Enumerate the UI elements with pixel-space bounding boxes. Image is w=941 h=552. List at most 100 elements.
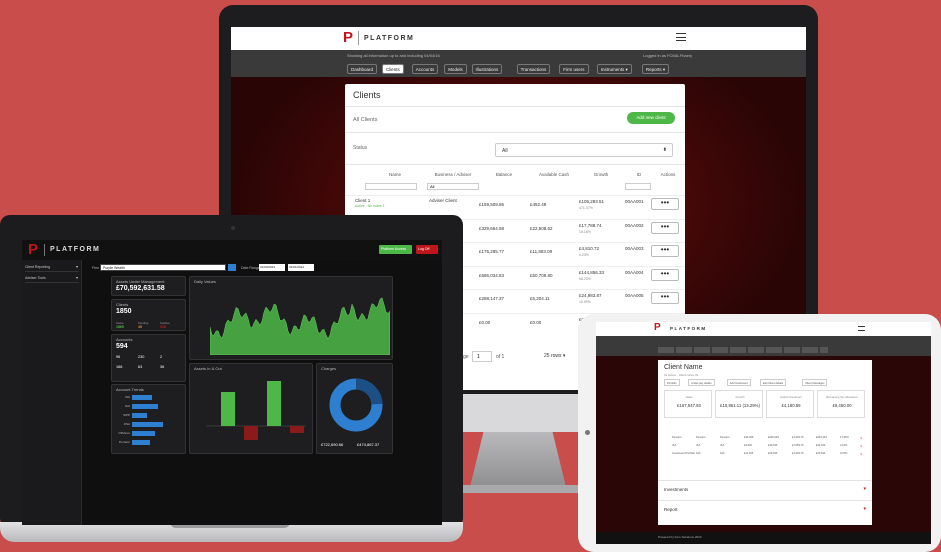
nav-illustrations[interactable]: Illustrations bbox=[471, 64, 503, 74]
table-cell: Pension bbox=[672, 436, 682, 439]
clients-card: Clients 1850 Active 1865 Pending 49 Inactive… bbox=[111, 299, 186, 331]
stat-card: Growth £10,861.11 (13.29%) bbox=[715, 390, 763, 418]
actions-button[interactable]: ••• bbox=[651, 221, 679, 234]
add-client-button[interactable]: Add new client bbox=[627, 112, 675, 124]
table-cell: Pension bbox=[720, 436, 730, 439]
logoff-button[interactable]: Log Off bbox=[416, 245, 438, 254]
table-cell: £200,033 bbox=[768, 436, 779, 439]
trend-label: Offshore bbox=[118, 431, 130, 435]
actions-button[interactable]: ••• bbox=[651, 198, 679, 210]
date-to-input[interactable]: 01/01/2024 bbox=[288, 264, 314, 271]
trend-bar bbox=[132, 440, 150, 445]
table-cell: Investment Portfolio bbox=[672, 452, 695, 455]
accounts-grid-value: 230 bbox=[138, 355, 145, 359]
client-growth: £24,983.87 bbox=[579, 293, 602, 298]
tab-1[interactable]: Under-pay details bbox=[688, 379, 715, 386]
divider bbox=[345, 106, 685, 107]
actions-button[interactable]: ••• bbox=[651, 245, 679, 257]
client-growth: £144,856.33 bbox=[579, 269, 605, 275]
client-balance: £586,034.83 bbox=[479, 272, 505, 278]
laptop-camera bbox=[231, 226, 235, 230]
sidebar-item[interactable]: Adviser Tools ▾ bbox=[25, 274, 79, 283]
nav-accounts[interactable]: Accounts bbox=[411, 64, 439, 74]
status-select[interactable]: All ⬍ bbox=[495, 143, 673, 157]
client-growth-pct: 10.99% bbox=[579, 300, 591, 304]
tab-3[interactable]: Edit Client details bbox=[760, 379, 787, 386]
nav-clients[interactable]: Clients bbox=[381, 64, 404, 74]
client-name[interactable]: Client 1 bbox=[355, 198, 370, 203]
date-from-input[interactable]: 31/03/2023 bbox=[259, 264, 285, 271]
rows-label: 25 rows bbox=[544, 353, 562, 359]
page-title: Clients bbox=[353, 90, 381, 100]
daily-values-card: Daily Values bbox=[189, 276, 393, 360]
section-investments[interactable]: Investments ▾ bbox=[658, 480, 872, 498]
page-of: of 1 bbox=[496, 354, 505, 360]
client-cash: £5,204.11 bbox=[530, 296, 550, 301]
daily-values-label: Daily Values bbox=[194, 279, 216, 284]
column-header: Business / Adviser bbox=[434, 172, 472, 177]
client-cash: £0.00 bbox=[530, 319, 542, 325]
id-filter-input[interactable] bbox=[625, 183, 651, 190]
divider bbox=[345, 132, 685, 133]
delete-icon[interactable]: ✕ bbox=[860, 436, 863, 440]
client-growth-pct: 0.23% bbox=[579, 253, 589, 257]
sidebar-item[interactable]: Client Reporting ▾ bbox=[25, 263, 79, 272]
delete-icon[interactable]: ✕ bbox=[860, 452, 863, 456]
stat-value: £167,947.93 bbox=[677, 403, 701, 408]
logo-divider bbox=[358, 31, 359, 45]
column-header: Actions bbox=[660, 172, 676, 177]
trend-label: JISA bbox=[123, 422, 130, 426]
table-cell: GIA bbox=[720, 452, 725, 455]
section-report[interactable]: Report ▾ bbox=[658, 500, 872, 518]
delete-icon[interactable]: ✕ bbox=[860, 444, 863, 448]
client-cash: £452.48 bbox=[530, 202, 547, 207]
account-trends-label: Account Trends bbox=[116, 387, 144, 392]
client-balance: £159,509.85 bbox=[479, 202, 505, 207]
clients-label: Clients bbox=[116, 302, 129, 307]
logo-divider bbox=[44, 244, 45, 256]
chevron-down-icon: ▾ bbox=[562, 353, 566, 359]
firm-go-button[interactable] bbox=[228, 264, 236, 271]
nav-transactions[interactable]: Transactions bbox=[516, 64, 551, 74]
actions-button[interactable]: ••• bbox=[651, 268, 679, 281]
tab-2[interactable]: Add Investment bbox=[726, 379, 751, 386]
page-input[interactable]: 1 bbox=[472, 351, 492, 362]
client-growth: £17,788.74 bbox=[579, 222, 602, 228]
adviser-filter-select[interactable]: All bbox=[427, 183, 479, 190]
nav-firmusers[interactable]: Firm users bbox=[559, 64, 589, 74]
chevron-down-icon: ▾ bbox=[863, 506, 866, 512]
client-cash: £11,883.09 bbox=[530, 249, 553, 254]
rows-per-page-select[interactable]: 25 rows ▾ bbox=[541, 351, 575, 362]
column-header: Balance bbox=[495, 172, 513, 177]
platform-access-button[interactable]: Platform Access bbox=[379, 245, 412, 254]
charges-donut-chart bbox=[329, 378, 383, 432]
nav-models[interactable]: Models bbox=[444, 64, 467, 74]
stat-card: Remaining Tax Allowance £9,450.00 bbox=[817, 390, 865, 418]
charges-left-value: £722,690.66 bbox=[321, 442, 344, 447]
actions-button[interactable]: ••• bbox=[651, 292, 679, 304]
column-header: ID bbox=[636, 172, 642, 177]
row-divider bbox=[345, 195, 685, 196]
tab-4[interactable]: Client Messages bbox=[802, 379, 828, 386]
nav-reports[interactable]: Reports ▾ bbox=[641, 64, 670, 74]
nav-instruments[interactable]: Instruments ▾ bbox=[596, 64, 632, 74]
client-growth-pct: 15.16% bbox=[579, 229, 591, 234]
tablet-nav-items[interactable] bbox=[658, 347, 828, 353]
assets-label: Assets In & Out bbox=[194, 366, 222, 371]
client-balance: £288,147.37 bbox=[479, 296, 505, 301]
firm-select[interactable]: Purple Wealth bbox=[100, 264, 226, 271]
trend-label: GIA bbox=[124, 404, 130, 408]
trend-bar bbox=[132, 395, 152, 400]
table-cell: Pension bbox=[696, 436, 706, 439]
trend-label: ISA bbox=[125, 395, 130, 399]
tab-0[interactable]: Portfolio bbox=[664, 379, 680, 386]
client-growth: £105,283.51 bbox=[579, 199, 605, 204]
client-detail-panel: Client Name 01 Active · Client since 01 … bbox=[658, 360, 872, 525]
accounts-grid-value: 2 bbox=[160, 355, 163, 359]
nav-dashboard[interactable]: Dashboard bbox=[347, 64, 378, 74]
name-filter-input[interactable] bbox=[365, 183, 417, 190]
hamburger-menu-icon[interactable] bbox=[676, 33, 686, 41]
chevron-down-icon: ▾ bbox=[75, 275, 78, 280]
hamburger-menu-icon[interactable] bbox=[858, 326, 865, 331]
trend-bar bbox=[132, 422, 163, 427]
